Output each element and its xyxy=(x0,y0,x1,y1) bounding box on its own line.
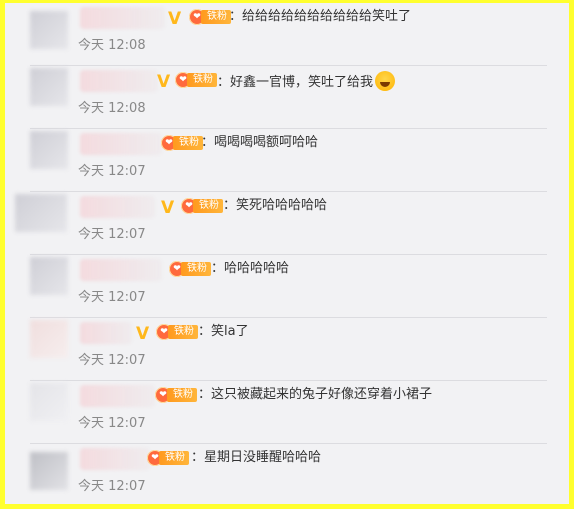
fan-badge-label: 铁粉 xyxy=(201,10,231,24)
comment-time: 今天 12:07 xyxy=(78,164,146,179)
comment-time: 今天 12:07 xyxy=(78,353,146,368)
avatar[interactable] xyxy=(30,11,68,49)
avatar[interactable] xyxy=(30,383,68,421)
comment-text: ：这只被藏起来的兔子好像还穿着小裙子 xyxy=(198,387,433,402)
comment-text: ：笑死哈哈哈哈哈 xyxy=(223,198,328,213)
comment-item[interactable]: ❤ 铁粉 ：喝喝喝喝额呵哈哈 今天 12:07 xyxy=(5,129,569,192)
comment-time: 今天 12:07 xyxy=(78,227,146,242)
username-blurred[interactable] xyxy=(80,196,155,218)
laugh-cry-emoji-icon xyxy=(375,71,396,91)
fan-badge-label: 铁粉 xyxy=(159,451,189,465)
comment-item[interactable]: V ❤ 铁粉 ：给给给给给给给给给给笑吐了 今天 12:08 xyxy=(5,3,569,66)
fan-badge-label: 铁粉 xyxy=(167,388,197,402)
comment-text: ：给给给给给给给给给给笑吐了 xyxy=(229,9,412,24)
comment-time: 今天 12:07 xyxy=(78,479,146,494)
vip-icon: V xyxy=(168,9,182,29)
comment-text: ：笑la了 xyxy=(198,324,249,339)
comment-item[interactable]: ❤ 铁粉 ：哈哈哈哈哈 今天 12:07 xyxy=(5,255,569,318)
comment-time: 今天 12:07 xyxy=(78,290,146,305)
username-blurred[interactable] xyxy=(80,70,158,92)
fan-badge-label: 铁粉 xyxy=(187,73,217,87)
comment-item[interactable]: ❤ 铁粉 ：这只被藏起来的兔子好像还穿着小裙子 今天 12:07 xyxy=(5,381,569,444)
username-blurred[interactable] xyxy=(80,133,162,155)
comment-text-content: ：好鑫一官博，笑吐了给我 xyxy=(217,75,374,90)
avatar[interactable] xyxy=(30,320,68,358)
username-blurred[interactable] xyxy=(80,385,155,407)
comment-item[interactable]: ❤ 铁粉 ：星期日没睡醒哈哈哈 今天 12:07 xyxy=(5,444,569,504)
avatar[interactable] xyxy=(30,452,68,490)
fan-badge-label: 铁粉 xyxy=(173,136,203,150)
fan-badge-label: 铁粉 xyxy=(181,262,211,276)
vip-icon: V xyxy=(157,72,171,92)
comment-time: 今天 12:08 xyxy=(78,101,146,116)
fan-badge-label: 铁粉 xyxy=(193,199,223,213)
comment-time: 今天 12:08 xyxy=(78,38,146,53)
comment-time: 今天 12:07 xyxy=(78,416,146,431)
username-blurred[interactable] xyxy=(80,7,165,29)
comment-text: ：好鑫一官博，笑吐了给我 xyxy=(217,71,396,92)
comment-item[interactable]: V ❤ 铁粉 ：笑死哈哈哈哈哈 今天 12:07 xyxy=(5,192,569,255)
avatar[interactable] xyxy=(30,257,68,295)
avatar[interactable] xyxy=(30,68,68,106)
avatar[interactable] xyxy=(15,194,67,232)
username-blurred[interactable] xyxy=(80,322,132,344)
fan-badge-label: 铁粉 xyxy=(168,325,198,339)
comment-item[interactable]: V ❤ 铁粉 ：好鑫一官博，笑吐了给我 今天 12:08 xyxy=(5,66,569,129)
comment-text: ：哈哈哈哈哈 xyxy=(211,261,290,276)
comment-text: ：喝喝喝喝额呵哈哈 xyxy=(201,135,319,150)
comment-item[interactable]: V ❤ 铁粉 ：笑la了 今天 12:07 xyxy=(5,318,569,381)
vip-icon: V xyxy=(136,324,150,344)
avatar[interactable] xyxy=(30,131,68,169)
username-blurred[interactable] xyxy=(80,259,162,281)
username-blurred[interactable] xyxy=(80,448,150,470)
vip-icon: V xyxy=(161,198,175,218)
comment-text: ：星期日没睡醒哈哈哈 xyxy=(191,450,322,465)
comment-list: V ❤ 铁粉 ：给给给给给给给给给给笑吐了 今天 12:08 V ❤ 铁粉 ：好… xyxy=(5,3,569,504)
